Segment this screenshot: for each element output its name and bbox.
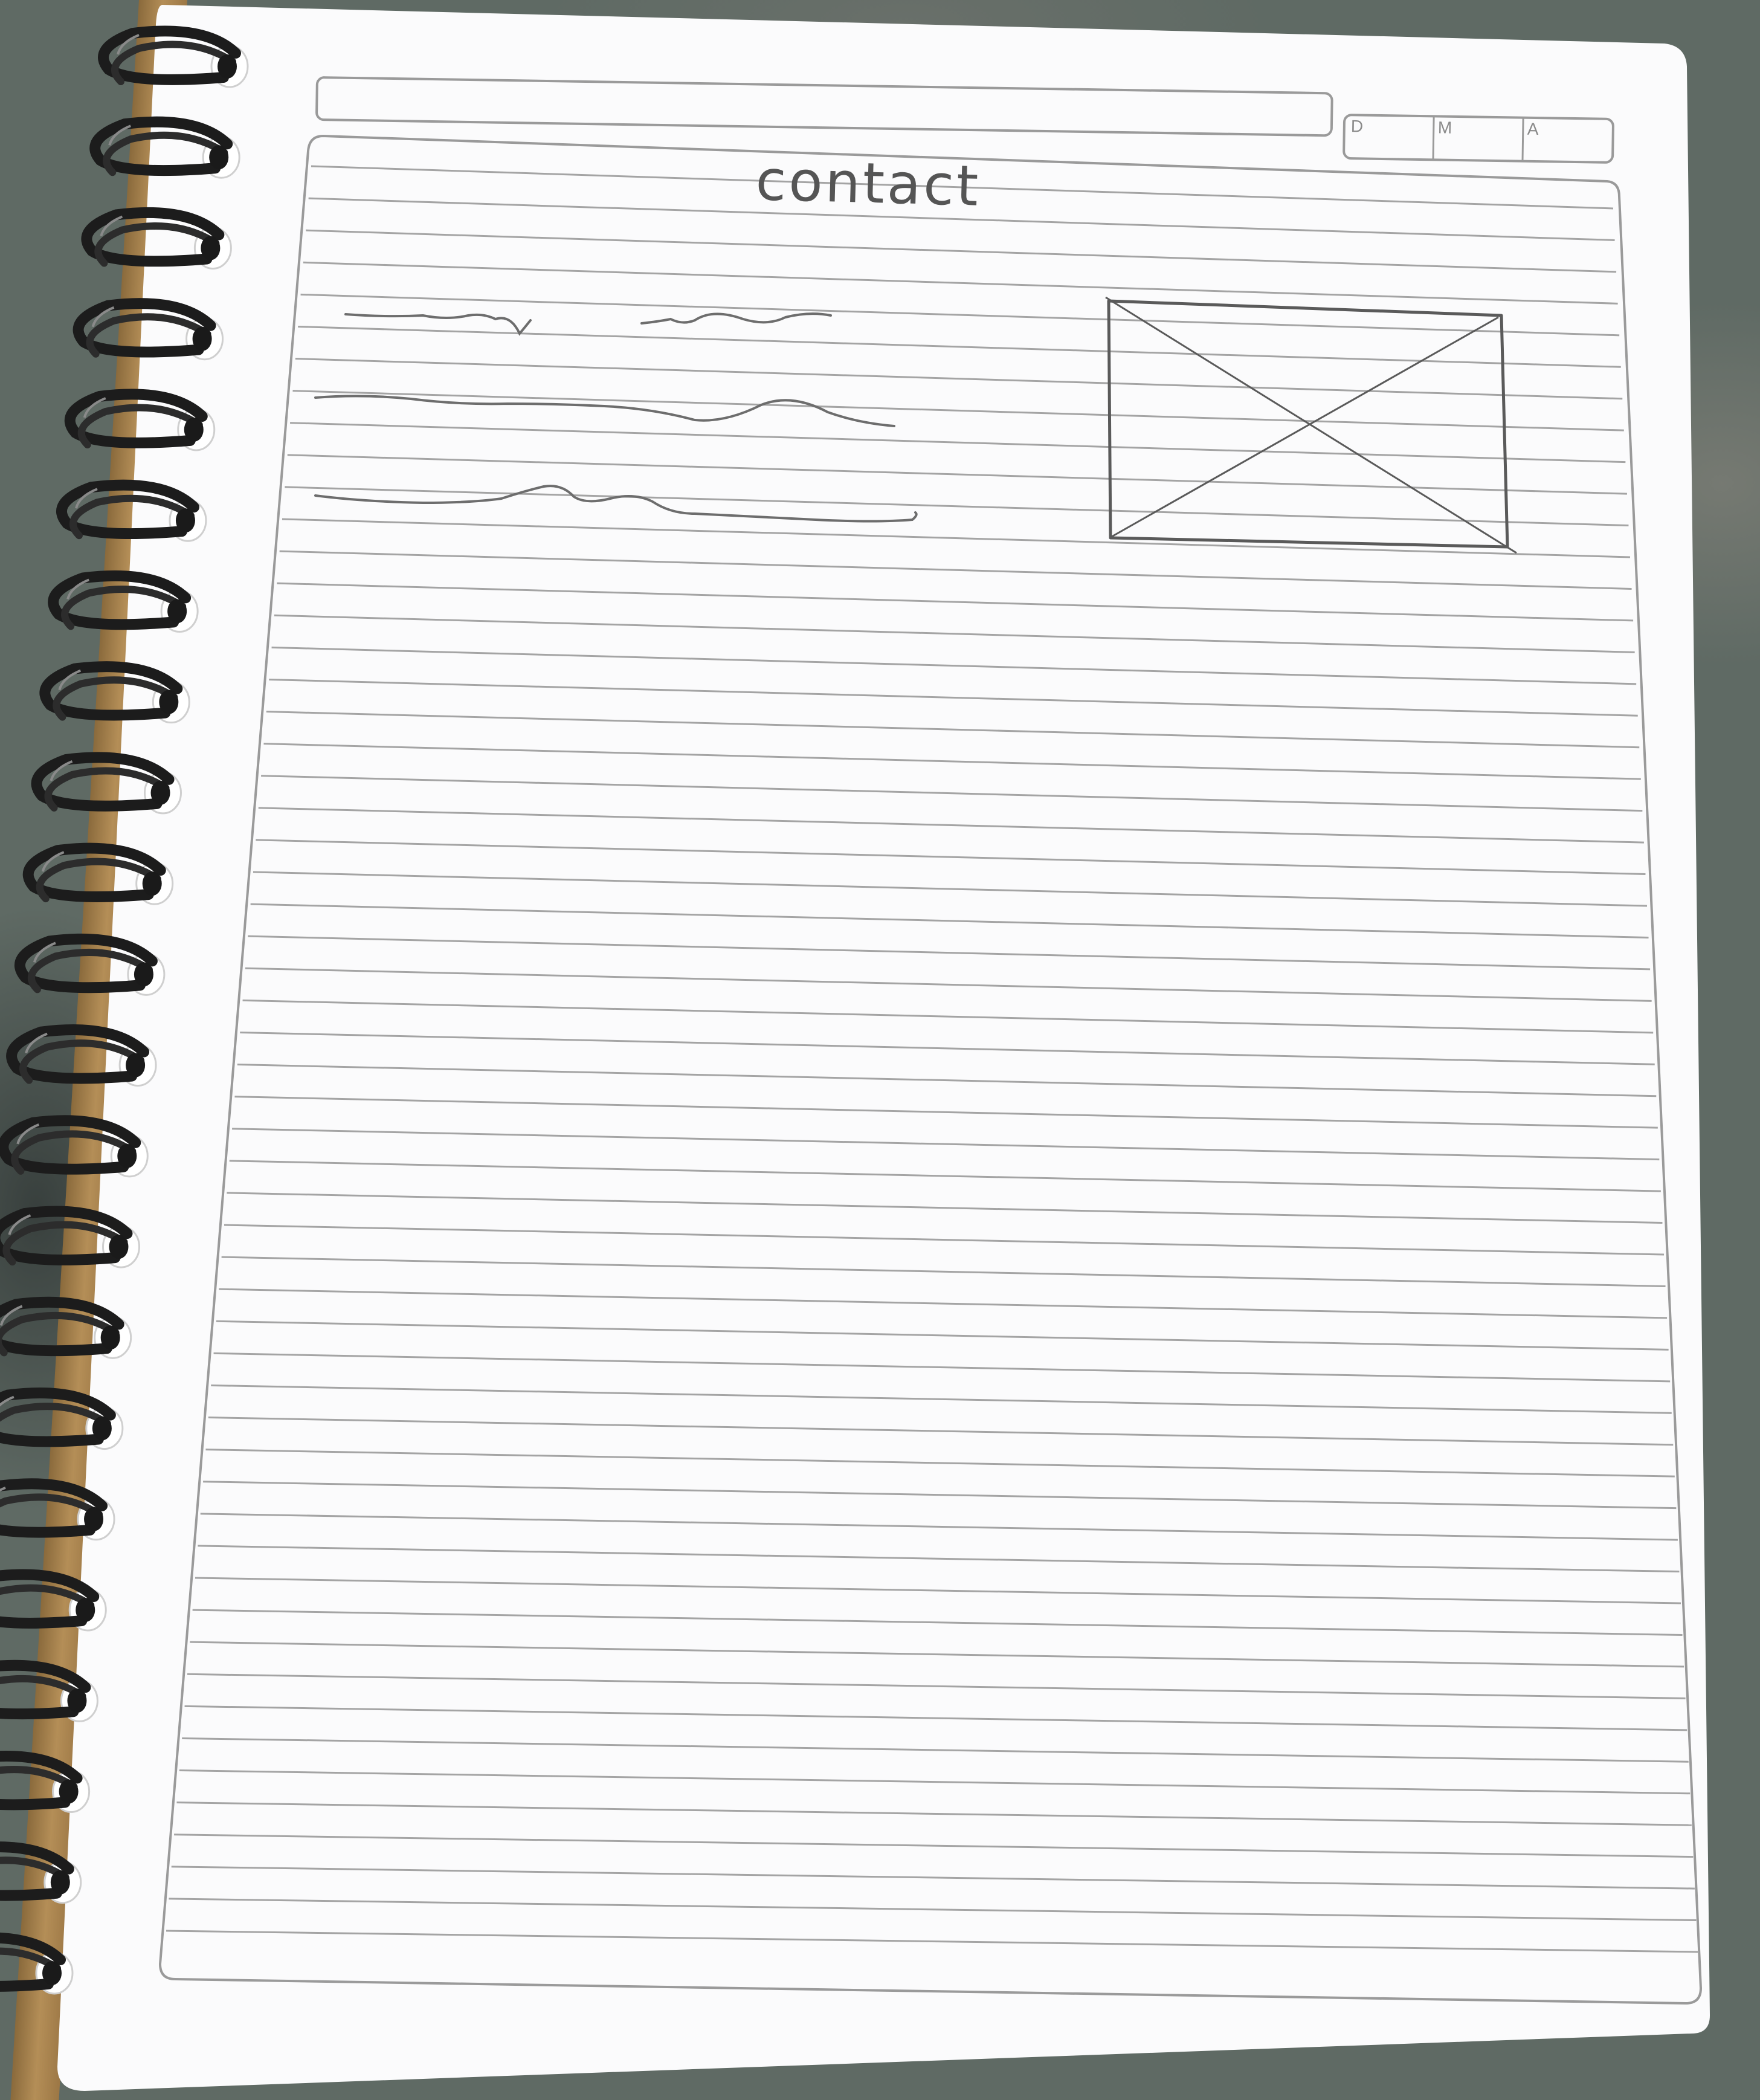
- desk-texture: [0, 0, 1760, 2100]
- desk-background: [0, 0, 1760, 2100]
